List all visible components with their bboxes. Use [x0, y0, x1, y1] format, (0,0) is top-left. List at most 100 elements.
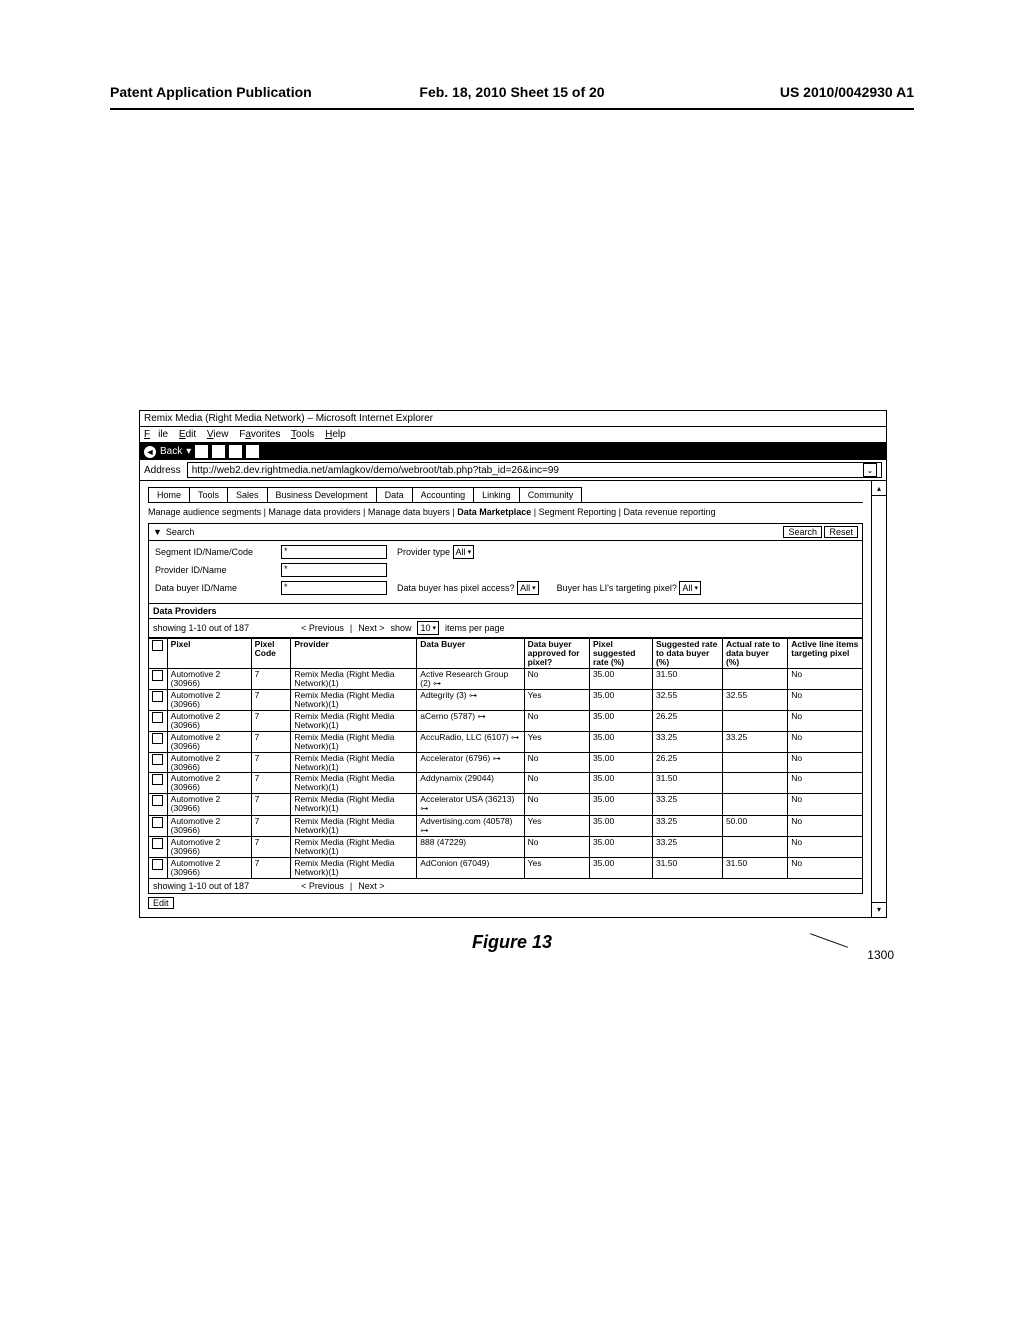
menu-file[interactable]: File	[144, 429, 168, 440]
tab-tools[interactable]: Tools	[190, 487, 228, 502]
vertical-scrollbar[interactable]: ▴ ▾	[871, 481, 886, 917]
back-dropdown-icon[interactable]: ▾	[186, 446, 191, 457]
next-link[interactable]: Next >	[358, 623, 384, 633]
cell-pixel-code: 7	[251, 710, 291, 731]
url-dropdown-icon[interactable]: ⌄	[863, 463, 877, 477]
home-icon[interactable]	[229, 445, 242, 458]
row-checkbox[interactable]	[152, 795, 163, 806]
link-icon[interactable]: ⊶	[477, 712, 485, 721]
sublink[interactable]: Manage data buyers	[368, 507, 450, 517]
row-checkbox[interactable]	[152, 754, 163, 765]
scroll-track[interactable]	[872, 496, 886, 902]
reset-button[interactable]: Reset	[824, 526, 858, 538]
search-button[interactable]: Search	[783, 526, 822, 538]
menu-favorites[interactable]: Favorites	[239, 429, 280, 440]
chevron-down-icon: ▾	[694, 584, 698, 592]
tab-linking[interactable]: Linking	[474, 487, 520, 502]
cell-suggested-buyer-rate: 33.25	[652, 794, 722, 815]
prev-link-bottom[interactable]: < Previous	[301, 881, 344, 891]
edit-button[interactable]: Edit	[148, 897, 174, 909]
row-checkbox[interactable]	[152, 691, 163, 702]
link-icon[interactable]: ⊶	[420, 804, 428, 813]
cell-suggested-rate: 35.00	[589, 773, 652, 794]
tab-accounting[interactable]: Accounting	[413, 487, 475, 502]
row-checkbox[interactable]	[152, 712, 163, 723]
next-link-bottom[interactable]: Next >	[358, 881, 384, 891]
cell-data-buyer: AdConion (67049)	[417, 857, 524, 878]
data-table: PixelPixel CodeProviderData BuyerData bu…	[148, 638, 863, 879]
show-label: show	[390, 623, 411, 633]
browser-toolbar: ◄ Back ▾	[140, 443, 886, 460]
header-rule	[110, 108, 914, 110]
row-checkbox[interactable]	[152, 838, 163, 849]
url-input[interactable]: http://web2.dev.rightmedia.net/amlagkov/…	[187, 462, 882, 478]
sublink[interactable]: Data Marketplace	[457, 507, 531, 517]
cell-actual-rate	[722, 752, 787, 773]
sublink[interactable]: Manage audience segments	[148, 507, 261, 517]
provider-type-select[interactable]: All▾	[453, 545, 475, 559]
link-icon[interactable]: ⊶	[469, 691, 477, 700]
tab-business-development[interactable]: Business Development	[268, 487, 377, 502]
cell-data-buyer: Advertising.com (40578) ⊶	[417, 815, 524, 836]
cell-actual-rate	[722, 773, 787, 794]
cell-suggested-buyer-rate: 33.25	[652, 731, 722, 752]
menu-help[interactable]: Help	[325, 429, 346, 440]
cell-suggested-rate: 35.00	[589, 690, 652, 711]
cell-data-buyer: Accelerator USA (36213) ⊶	[417, 794, 524, 815]
menu-view[interactable]: View	[207, 429, 229, 440]
stop-icon[interactable]	[195, 445, 208, 458]
tab-data[interactable]: Data	[377, 487, 413, 502]
scroll-down-icon[interactable]: ▾	[872, 902, 886, 917]
select-all-checkbox[interactable]	[152, 640, 163, 651]
menu-tools[interactable]: Tools	[291, 429, 314, 440]
column-header: Data Buyer	[417, 639, 524, 669]
address-bar: Address http://web2.dev.rightmedia.net/a…	[140, 460, 886, 481]
refresh-icon[interactable]	[212, 445, 225, 458]
link-icon[interactable]: ⊶	[433, 679, 441, 688]
column-header: Pixel Code	[251, 639, 291, 669]
provider-input[interactable]: *	[281, 563, 387, 577]
cell-provider: Remix Media (Right Media Network)(1)	[291, 731, 417, 752]
scroll-up-icon[interactable]: ▴	[872, 481, 886, 496]
cell-actual-rate: 32.55	[722, 690, 787, 711]
sublink[interactable]: Data revenue reporting	[624, 507, 716, 517]
row-checkbox[interactable]	[152, 733, 163, 744]
link-icon[interactable]: ⊶	[493, 754, 501, 763]
segment-label: Segment ID/Name/Code	[155, 547, 275, 557]
cell-active-line-items: No	[788, 690, 863, 711]
chevron-down-icon: ▾	[532, 584, 536, 592]
cell-suggested-buyer-rate: 33.25	[652, 815, 722, 836]
buyer-label: Data buyer ID/Name	[155, 583, 275, 593]
tab-sales[interactable]: Sales	[228, 487, 268, 502]
targeting-select[interactable]: All▾	[679, 581, 701, 595]
menu-edit[interactable]: Edit	[179, 429, 196, 440]
row-checkbox[interactable]	[152, 817, 163, 828]
search-icon[interactable]	[246, 445, 259, 458]
segment-input[interactable]: *	[281, 545, 387, 559]
back-button[interactable]: Back	[160, 446, 182, 457]
pixel-access-select[interactable]: All▾	[517, 581, 539, 595]
chevron-down-icon: ▾	[468, 548, 472, 556]
publication-number: US 2010/0042930 A1	[780, 84, 914, 100]
link-icon[interactable]: ⊶	[511, 733, 519, 742]
per-page-select[interactable]: 10▾	[417, 621, 439, 635]
sublink[interactable]: Segment Reporting	[539, 507, 617, 517]
cell-approved: No	[524, 668, 589, 689]
cell-approved: No	[524, 752, 589, 773]
buyer-input[interactable]: *	[281, 581, 387, 595]
link-icon[interactable]: ⊶	[420, 826, 428, 835]
row-checkbox[interactable]	[152, 670, 163, 681]
tab-community[interactable]: Community	[520, 487, 583, 502]
main-tabs: Home Tools Sales Business Development Da…	[148, 487, 863, 503]
collapse-icon[interactable]: ▼	[153, 527, 162, 537]
prev-link[interactable]: < Previous	[301, 623, 344, 633]
cell-provider: Remix Media (Right Media Network)(1)	[291, 773, 417, 794]
back-icon[interactable]: ◄	[144, 446, 156, 458]
cell-approved: No	[524, 836, 589, 857]
tab-home[interactable]: Home	[148, 487, 190, 502]
targeting-label: Buyer has LI's targeting pixel?	[557, 583, 677, 593]
row-checkbox[interactable]	[152, 859, 163, 870]
row-checkbox[interactable]	[152, 774, 163, 785]
sublink[interactable]: Manage data providers	[268, 507, 360, 517]
cell-approved: Yes	[524, 857, 589, 878]
